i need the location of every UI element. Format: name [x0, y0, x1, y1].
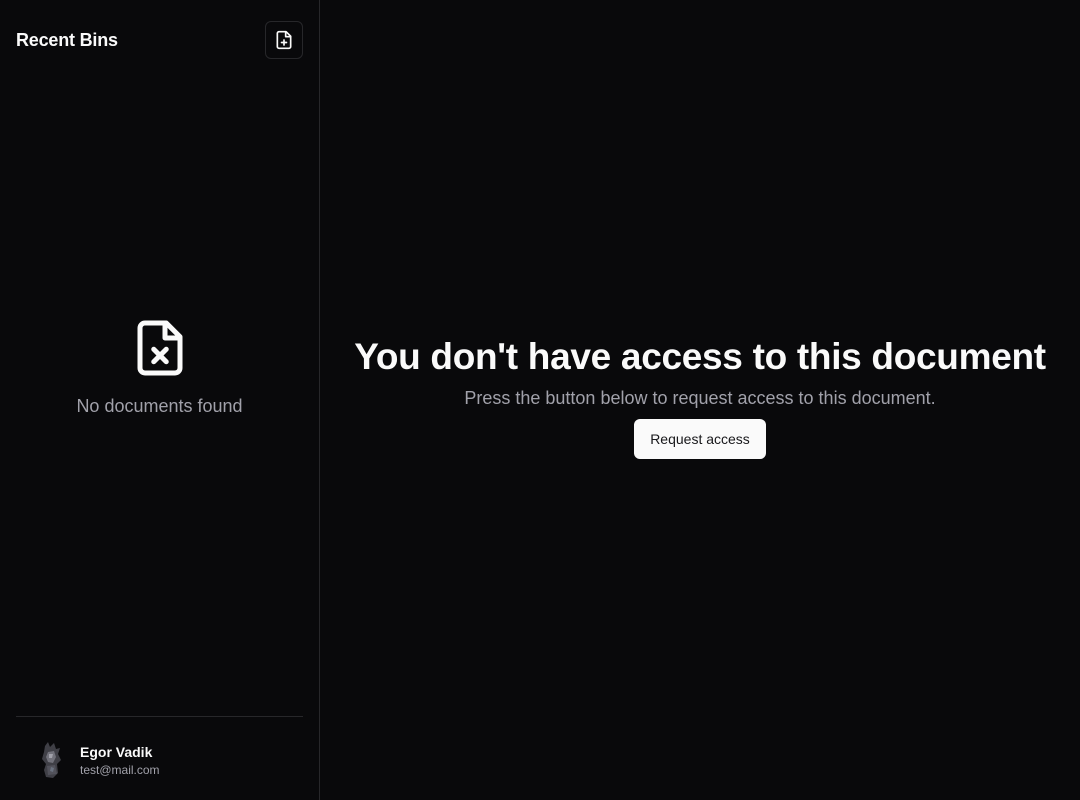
- access-denied-panel: You don't have access to this document P…: [320, 336, 1080, 459]
- access-denied-subtitle: Press the button below to request access…: [464, 388, 936, 408]
- empty-state: No documents found: [0, 318, 319, 417]
- app: Recent Bins No documents found Egor Vadi…: [0, 0, 1080, 800]
- user-info: Egor Vadik test@mail.com: [80, 744, 160, 777]
- new-bin-button[interactable]: [265, 21, 303, 59]
- sidebar-header: Recent Bins: [16, 20, 303, 60]
- empty-state-text: No documents found: [76, 396, 243, 416]
- access-denied-title: You don't have access to this document: [354, 336, 1046, 377]
- sidebar: Recent Bins No documents found Egor Vadi…: [0, 0, 320, 800]
- request-access-button[interactable]: Request access: [634, 419, 766, 459]
- user-name: Egor Vadik: [80, 743, 153, 760]
- avatar: [36, 740, 68, 780]
- user-profile[interactable]: Egor Vadik test@mail.com: [16, 716, 303, 800]
- file-x-icon: [137, 320, 182, 376]
- user-email: test@mail.com: [80, 762, 160, 777]
- file-plus-icon: [276, 30, 292, 50]
- sidebar-title: Recent Bins: [16, 29, 118, 50]
- main-content: You don't have access to this document P…: [320, 0, 1080, 800]
